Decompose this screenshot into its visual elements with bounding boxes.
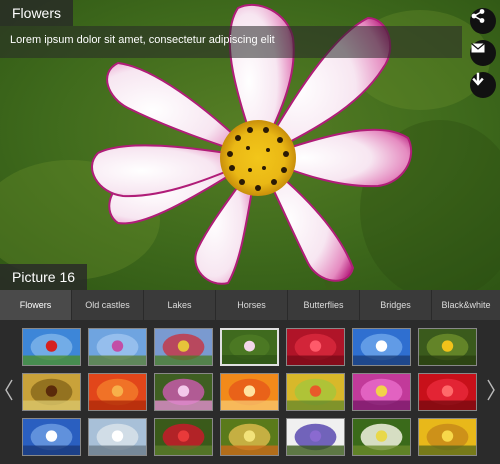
thumbnail-image [287, 419, 344, 455]
thumbnail-image [287, 374, 344, 410]
tab-butterflies[interactable]: Butterflies [288, 290, 360, 320]
download-icon [472, 72, 484, 86]
thumbnail-mount-fuji[interactable] [352, 328, 411, 366]
thumbnail-tulip-field[interactable] [154, 328, 213, 366]
thumbnail-pink-rhododendron[interactable] [154, 373, 213, 411]
thumbnail-image [353, 329, 410, 365]
picture-label: Picture 16 [0, 264, 88, 290]
thumbnail-strip [0, 320, 500, 464]
image-caption: Lorem ipsum dolor sit amet, consectetur … [0, 26, 462, 58]
thumbnail-fuji-snow[interactable] [22, 418, 81, 456]
tab-black-white[interactable]: Black&white [432, 290, 500, 320]
main-image[interactable]: Flowers Lorem ipsum dolor sit amet, cons… [0, 0, 500, 290]
thumbnail-image [155, 329, 212, 365]
thumbnail-image [419, 419, 476, 455]
thumbnail-red-rose[interactable] [286, 328, 345, 366]
thumbnail-image [221, 419, 278, 455]
next-page-button[interactable] [484, 376, 498, 404]
thumbnail-image [89, 374, 146, 410]
thumbnail-image [155, 374, 212, 410]
thumbnail-image [155, 419, 212, 455]
thumbnail-image [353, 419, 410, 455]
thumbnail-flower-meadow[interactable] [286, 373, 345, 411]
share-icon [471, 9, 485, 23]
email-icon [471, 43, 485, 53]
thumbnail-white-lily[interactable] [352, 418, 411, 456]
tab-flowers[interactable]: Flowers [0, 290, 72, 320]
thumbnail-orange-lily[interactable] [220, 373, 279, 411]
prev-page-button[interactable] [2, 376, 16, 404]
download-button[interactable] [470, 72, 496, 98]
thumbnail-image [221, 374, 278, 410]
thumbnail-grid [22, 328, 478, 456]
thumbnail-image [287, 329, 344, 365]
thumbnail-purple-lupine[interactable] [88, 328, 147, 366]
email-button[interactable] [470, 40, 496, 66]
thumbnail-image [89, 329, 146, 365]
thumbnail-pink-aster[interactable] [352, 373, 411, 411]
thumbnail-white-blossoms[interactable] [88, 418, 147, 456]
thumbnail-pink-cosmos[interactable] [220, 328, 279, 366]
album-tabs: Flowers Old castles Lakes Horses Butterf… [0, 290, 500, 320]
thumbnail-red-rose-closeup[interactable] [418, 373, 477, 411]
thumbnail-sunflower[interactable] [418, 328, 477, 366]
thumbnail-spiky-flower[interactable] [220, 418, 279, 456]
thumbnail-image [419, 374, 476, 410]
chevron-right-icon [487, 379, 495, 401]
chevron-left-icon [5, 379, 13, 401]
thumbnail-butterflies-on-flowers[interactable] [22, 373, 81, 411]
thumbnail-orange-gerbera[interactable] [88, 373, 147, 411]
thumbnail-image [23, 329, 80, 365]
thumbnail-image [23, 419, 80, 455]
album-title: Flowers [0, 0, 74, 26]
tab-old-castles[interactable]: Old castles [72, 290, 144, 320]
share-button[interactable] [470, 8, 496, 34]
thumbnail-sunflower-field[interactable] [418, 418, 477, 456]
thumbnail-red-poppy-field[interactable] [22, 328, 81, 366]
tab-horses[interactable]: Horses [216, 290, 288, 320]
thumbnail-passion-flower[interactable] [286, 418, 345, 456]
thumbnail-image [419, 329, 476, 365]
thumbnail-image [353, 374, 410, 410]
thumbnail-red-lily[interactable] [154, 418, 213, 456]
thumbnail-image [222, 330, 277, 364]
tab-lakes[interactable]: Lakes [144, 290, 216, 320]
tab-bridges[interactable]: Bridges [360, 290, 432, 320]
thumbnail-image [89, 419, 146, 455]
thumbnail-image [23, 374, 80, 410]
